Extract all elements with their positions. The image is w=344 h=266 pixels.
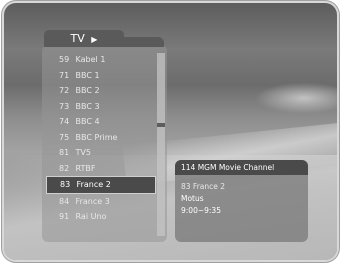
channel-row[interactable]: 71 BBC 1 — [44, 68, 156, 84]
scrollbar-thumb[interactable] — [157, 123, 165, 127]
channel-row[interactable]: 84 France 3 — [44, 194, 156, 210]
channel-list: 59 Kabel 1 71 BBC 1 72 BBC 2 73 BBC 3 74… — [44, 52, 156, 225]
channel-row[interactable]: 82 RTBF — [44, 161, 156, 177]
right-arrow-icon: ▶ — [91, 35, 98, 44]
channel-row[interactable]: 91 Rai Uno — [44, 209, 156, 225]
channel-name: Rai Uno — [75, 212, 107, 221]
channel-number: 71 — [59, 70, 70, 80]
program-info-title: 114 MGM Movie Channel — [175, 160, 308, 175]
channel-name: BBC 2 — [75, 86, 100, 95]
channel-list-header[interactable]: TV ▶ — [44, 30, 124, 47]
channel-name: Kabel 1 — [75, 55, 106, 64]
channel-number: 83 — [60, 180, 71, 189]
channel-number: 74 — [59, 117, 70, 126]
program-info-channel: 83 France 2 — [181, 182, 226, 191]
channel-row[interactable]: 59 Kabel 1 — [44, 52, 156, 68]
channel-row-selected[interactable]: 83 France 2 — [46, 176, 156, 194]
program-info-name: Motus — [181, 194, 204, 203]
channel-name: France 2 — [76, 180, 111, 189]
program-info-time: 9:00~9:35 — [181, 206, 221, 215]
channel-name: BBC 1 — [75, 70, 100, 80]
channel-list-header-ear — [124, 37, 164, 47]
channel-list-scrollbar[interactable] — [157, 53, 165, 236]
channel-row[interactable]: 75 BBC Prime — [44, 130, 156, 146]
channel-row[interactable]: 81 TV5 — [44, 145, 156, 161]
channel-list-title: TV — [70, 32, 85, 45]
channel-name: BBC Prime — [75, 132, 118, 142]
channel-number: 82 — [59, 163, 70, 173]
channel-row[interactable]: 73 BBC 3 — [44, 99, 156, 115]
channel-number: 91 — [59, 212, 70, 221]
channel-number: 81 — [59, 148, 70, 157]
channel-number: 59 — [59, 55, 70, 64]
channel-name: RTBF — [75, 163, 96, 173]
channel-number: 84 — [59, 196, 70, 206]
channel-row[interactable]: 72 BBC 2 — [44, 83, 156, 99]
channel-number: 73 — [59, 101, 70, 111]
channel-name: France 3 — [75, 196, 110, 206]
channel-name: BBC 3 — [75, 101, 100, 111]
channel-number: 75 — [59, 132, 70, 142]
channel-number: 72 — [59, 86, 70, 95]
channel-name: TV5 — [75, 148, 91, 157]
channel-name: BBC 4 — [75, 117, 100, 126]
channel-row[interactable]: 74 BBC 4 — [44, 114, 156, 130]
